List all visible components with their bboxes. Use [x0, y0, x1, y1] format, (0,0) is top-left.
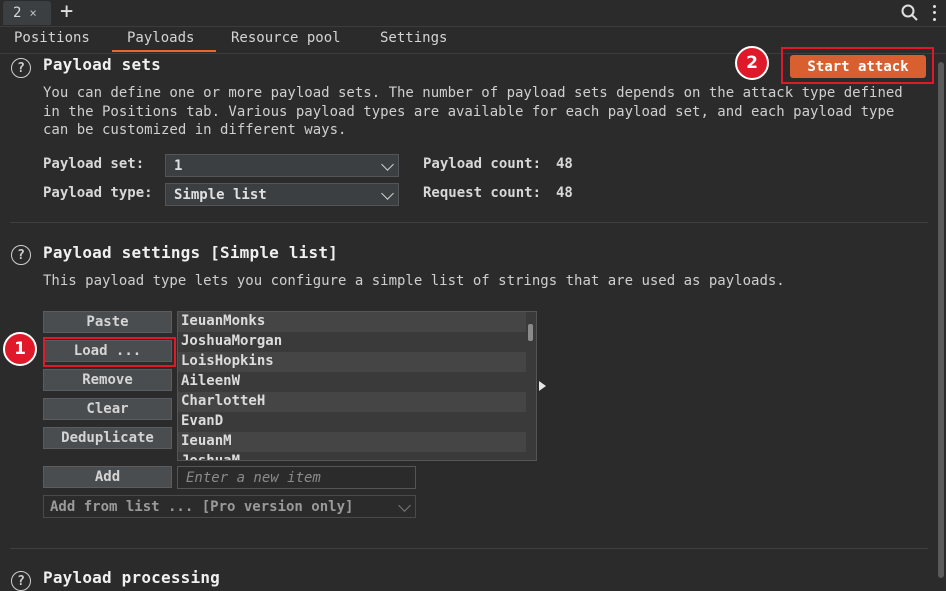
callout-1: 1 — [3, 332, 37, 366]
document-tab-2[interactable]: 2 × — [3, 1, 51, 25]
new-item-input[interactable]: Enter a new item — [177, 466, 416, 489]
tab-payloads[interactable]: Payloads — [127, 30, 194, 46]
paste-button[interactable]: Paste — [43, 311, 172, 333]
chevron-down-icon — [398, 499, 411, 512]
start-attack-button[interactable]: Start attack — [790, 55, 926, 78]
payload-settings-title: Payload settings [Simple list] — [43, 243, 338, 262]
payload-sets-title: Payload sets — [43, 55, 161, 74]
tab-positions[interactable]: Positions — [14, 30, 90, 46]
list-item[interactable]: JoshuaM — [178, 452, 526, 460]
request-count-label: Request count: — [423, 185, 542, 201]
payload-type-value: Simple list — [174, 186, 267, 203]
callout-2: 2 — [735, 46, 769, 80]
request-count-value: 48 — [556, 185, 573, 201]
chevron-down-icon — [381, 187, 394, 200]
close-tab-icon[interactable]: × — [29, 6, 36, 20]
list-item[interactable]: EvanD — [178, 412, 526, 432]
payload-count-label: Payload count: — [423, 156, 542, 172]
payload-set-select[interactable]: 1 — [165, 154, 399, 177]
payload-count-value: 48 — [556, 156, 573, 172]
help-icon[interactable]: ? — [11, 58, 31, 78]
more-options-icon[interactable] — [929, 3, 939, 23]
payload-set-label: Payload set: — [43, 156, 145, 172]
deduplicate-button[interactable]: Deduplicate — [43, 427, 172, 449]
section-divider — [10, 222, 928, 223]
active-tab-indicator — [112, 50, 216, 52]
remove-button[interactable]: Remove — [43, 369, 172, 391]
tab-resource-pool[interactable]: Resource pool — [231, 30, 341, 46]
tab-settings[interactable]: Settings — [380, 30, 447, 46]
page-scrollbar[interactable] — [938, 62, 944, 578]
payload-settings-description: This payload type lets you configure a s… — [43, 273, 785, 289]
new-tab-icon[interactable]: + — [60, 0, 73, 24]
top-tab-bar — [0, 0, 946, 27]
list-scrollbar[interactable] — [528, 324, 533, 341]
payload-type-select[interactable]: Simple list — [165, 183, 399, 206]
payload-set-value: 1 — [174, 157, 183, 174]
list-item[interactable]: JoshuaMorgan — [178, 332, 526, 352]
help-icon[interactable]: ? — [11, 245, 31, 265]
list-item[interactable]: AileenW — [178, 372, 526, 392]
clear-button[interactable]: Clear — [43, 398, 172, 420]
list-item[interactable]: IeuanM — [178, 432, 526, 452]
payload-type-label: Payload type: — [43, 185, 153, 201]
list-item[interactable]: LoisHopkins — [178, 352, 526, 372]
expand-arrow-icon[interactable] — [539, 381, 546, 391]
help-icon[interactable]: ? — [11, 571, 31, 591]
add-from-list-label: Add from list ... [Pro version only] — [50, 498, 354, 515]
chevron-down-icon — [381, 158, 394, 171]
list-item[interactable]: CharlotteH — [178, 392, 526, 412]
section-divider — [10, 548, 928, 549]
payload-list[interactable]: IeuanMonks JoshuaMorgan LoisHopkins Aile… — [177, 311, 537, 461]
add-from-list-select: Add from list ... [Pro version only] — [43, 495, 416, 518]
document-tab-label: 2 — [13, 5, 22, 21]
load-button-highlight — [43, 337, 176, 367]
add-button[interactable]: Add — [43, 466, 172, 488]
list-item[interactable]: IeuanMonks — [178, 312, 526, 332]
search-icon[interactable] — [900, 3, 920, 23]
payload-sets-description: You can define one or more payload sets.… — [43, 85, 903, 138]
